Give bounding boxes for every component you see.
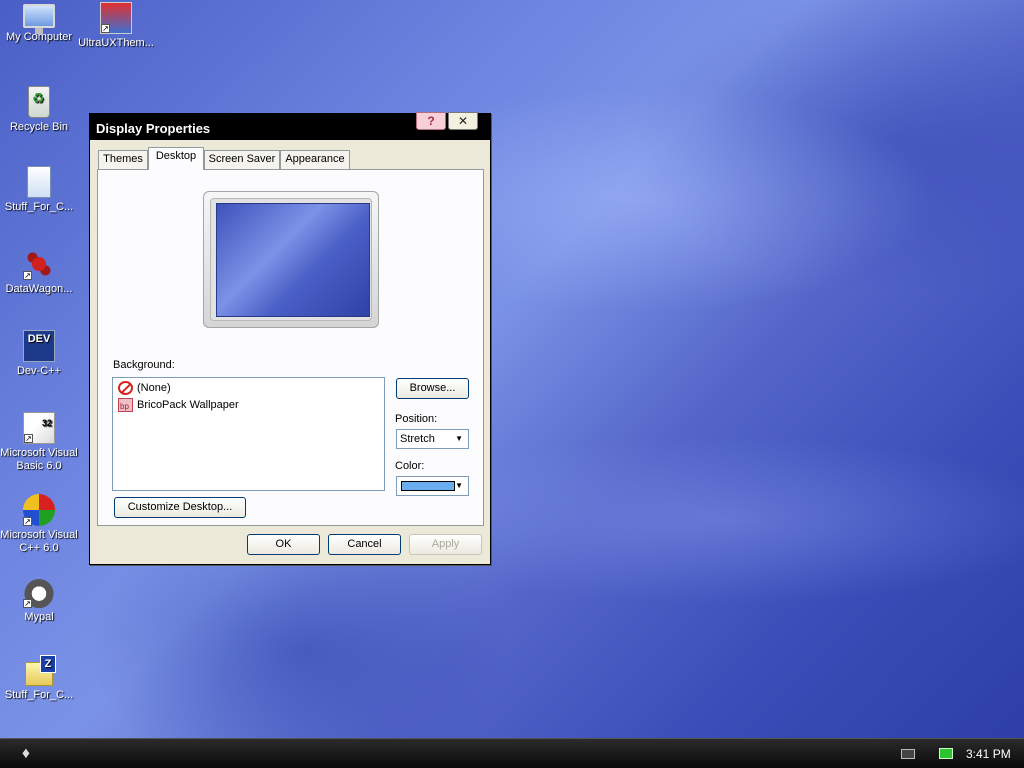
desktop-icon-label: Recycle Bin — [9, 121, 69, 133]
shortcut-arrow-icon: ↗ — [23, 599, 32, 608]
monitor-preview — [203, 191, 379, 328]
close-button[interactable]: ✕ — [448, 112, 478, 130]
taskbar-clock[interactable]: 3:41 PM — [966, 747, 1011, 761]
position-label: Position: — [395, 413, 438, 425]
tab-appearance[interactable]: Appearance — [280, 150, 350, 169]
keyboard-tray-icon[interactable] — [901, 749, 915, 759]
color-label: Color: — [395, 460, 425, 472]
document-icon — [27, 166, 51, 198]
desktop-icon-mypal[interactable]: ↗ Mypal — [0, 576, 78, 624]
dialog-title: Display Properties — [96, 121, 211, 136]
desktop-tab-panel: Background: (None) BricoPack Wallpaper B… — [97, 169, 484, 526]
tab-screen-saver[interactable]: Screen Saver — [204, 150, 280, 169]
customize-desktop-button[interactable]: Customize Desktop... — [114, 497, 246, 518]
start-button[interactable]: ♦ — [16, 743, 36, 765]
ultrauxtheme-icon: ↗ — [100, 2, 132, 34]
taskbar: ♦ 3:41 PM — [0, 738, 1024, 768]
position-value: Stretch — [400, 433, 435, 445]
background-label: Background: — [113, 359, 175, 371]
help-button[interactable]: ? — [416, 112, 446, 130]
tab-desktop[interactable]: Desktop — [148, 147, 204, 170]
network-tray-icon[interactable] — [939, 748, 953, 759]
desktop-icon-label: Stuff_For_C... — [4, 201, 74, 213]
desktop-icon-stuff-folder-1[interactable]: Stuff_For_C... — [0, 166, 78, 214]
recycle-bin-icon — [28, 86, 50, 118]
shortcut-arrow-icon: ↗ — [23, 517, 32, 526]
zip-folder-icon — [25, 655, 56, 686]
desktop-icon-label: Dev-C++ — [16, 365, 62, 377]
desktop-icon-label: UltraUXThem... — [78, 37, 154, 49]
monitor-bezel — [210, 198, 372, 321]
desktop-icon-visual-cpp[interactable]: ↗ Microsoft Visual C++ 6.0 — [0, 494, 78, 555]
desktop-icon-datawagon[interactable]: ↗ DataWagon... — [0, 248, 78, 296]
position-dropdown[interactable]: Stretch ▼ — [396, 429, 469, 449]
desktop-icon-label: Stuff_For_C... — [4, 689, 74, 701]
visual-cpp-icon: ↗ — [23, 494, 55, 526]
list-item-label: (None) — [137, 382, 171, 394]
list-item-label: BricoPack Wallpaper — [137, 399, 239, 411]
shortcut-arrow-icon: ↗ — [101, 24, 110, 33]
my-computer-icon — [23, 4, 55, 34]
desktop-icon-dev-cpp[interactable]: DEV Dev-C++ — [0, 330, 78, 378]
dialog-titlebar[interactable]: Display Properties ? ✕ — [90, 112, 490, 140]
color-picker[interactable]: ▼ — [396, 476, 469, 496]
background-listbox[interactable]: (None) BricoPack Wallpaper — [112, 377, 385, 491]
display-properties-dialog: Display Properties ? ✕ Themes Desktop Sc… — [89, 112, 491, 565]
desktop-icon-label: Microsoft Visual C++ 6.0 — [0, 529, 78, 554]
shortcut-arrow-icon: ↗ — [23, 271, 32, 280]
dev-cpp-icon: DEV — [23, 330, 55, 362]
chevron-down-icon: ▼ — [455, 434, 463, 443]
tab-themes[interactable]: Themes — [98, 150, 148, 169]
desktop-icon-label: Microsoft Visual Basic 6.0 — [0, 447, 78, 472]
desktop-icon-my-computer[interactable]: My Computer — [0, 2, 78, 44]
wallpaper-preview — [216, 203, 370, 317]
cancel-button[interactable]: Cancel — [328, 534, 401, 555]
desktop-icon-recycle-bin[interactable]: Recycle Bin — [0, 86, 78, 134]
browse-button[interactable]: Browse... — [396, 378, 469, 399]
apply-button[interactable]: Apply — [409, 534, 482, 555]
desktop-icon-label: DataWagon... — [5, 283, 73, 295]
desktop-icon-label: Mypal — [24, 611, 54, 623]
list-item-none[interactable]: (None) — [118, 380, 171, 396]
list-item-bricopack-wallpaper[interactable]: BricoPack Wallpaper — [118, 397, 239, 415]
raccoon-icon: ↗ — [23, 576, 55, 608]
datawagon-icon: ↗ — [23, 248, 55, 280]
color-swatch — [401, 481, 455, 491]
ok-button[interactable]: OK — [247, 534, 320, 555]
chevron-down-icon: ▼ — [455, 481, 463, 490]
shortcut-arrow-icon: ↗ — [24, 434, 33, 443]
no-wallpaper-icon — [118, 381, 133, 395]
desktop-icon-visual-basic[interactable]: ↗ Microsoft Visual Basic 6.0 — [0, 412, 78, 473]
wallpaper-file-icon — [118, 398, 133, 415]
visual-basic-icon: ↗ — [23, 412, 55, 444]
desktop-icon-stuff-zip[interactable]: Stuff_For_C... — [0, 655, 78, 702]
desktop-icon-ultrauxtheme[interactable]: ↗ UltraUXThem... — [77, 2, 155, 50]
